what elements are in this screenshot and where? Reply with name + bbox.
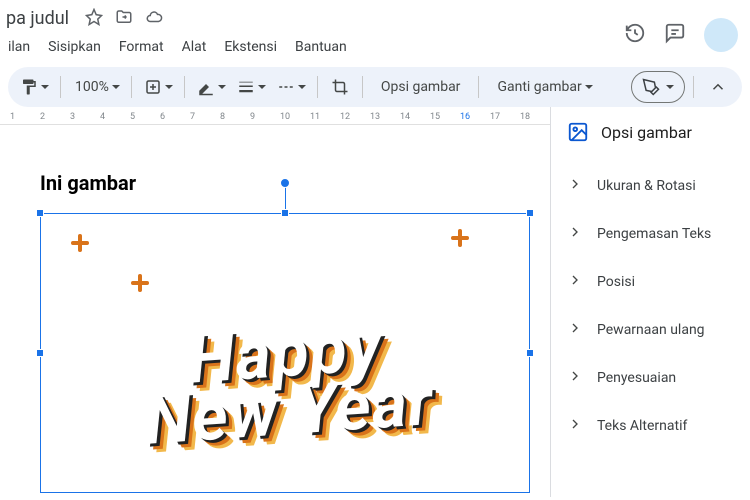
comments-icon[interactable] bbox=[664, 22, 686, 48]
panel-section-5[interactable]: Teks Alternatif bbox=[551, 402, 750, 450]
insert-button[interactable] bbox=[140, 73, 176, 101]
paint-format-button[interactable] bbox=[16, 73, 52, 101]
image-options-icon bbox=[567, 121, 589, 143]
ruler-label: 15 bbox=[430, 112, 440, 122]
border-color-button[interactable] bbox=[193, 73, 229, 101]
resize-handle-tl[interactable] bbox=[36, 209, 44, 217]
horizontal-ruler[interactable]: 123456789101112131415161718 bbox=[0, 107, 550, 125]
ruler-label: 3 bbox=[70, 112, 75, 122]
caption-text[interactable]: Ini gambar bbox=[40, 171, 510, 195]
ruler-label: 5 bbox=[130, 112, 135, 122]
resize-handle-tr[interactable] bbox=[526, 209, 534, 217]
toolbar: 100% Opsi gambar Ganti gambar bbox=[8, 67, 742, 107]
collapse-toolbar-button[interactable] bbox=[702, 71, 734, 103]
panel-section-label: Posisi bbox=[597, 274, 635, 290]
resize-handle-tc[interactable] bbox=[281, 209, 289, 217]
cloud-status-icon[interactable] bbox=[145, 8, 163, 30]
chevron-right-icon bbox=[567, 272, 583, 292]
menu-view[interactable]: ilan bbox=[6, 35, 32, 59]
image-selection[interactable]: HappyNew Year bbox=[40, 213, 530, 493]
panel-section-label: Teks Alternatif bbox=[597, 418, 687, 434]
panel-section-1[interactable]: Pengemasan Teks bbox=[551, 210, 750, 258]
chevron-right-icon bbox=[567, 320, 583, 340]
ruler-label: 12 bbox=[340, 112, 350, 122]
zoom-dropdown[interactable]: 100% bbox=[69, 73, 123, 101]
panel-section-label: Pengemasan Teks bbox=[597, 226, 711, 242]
chevron-right-icon bbox=[567, 416, 583, 436]
toolbar-separator bbox=[362, 76, 363, 98]
panel-title: Opsi gambar bbox=[601, 123, 692, 142]
ruler-label: 7 bbox=[190, 112, 195, 122]
panel-section-0[interactable]: Ukuran & Rotasi bbox=[551, 162, 750, 210]
document-page[interactable]: Ini gambar HappyNew Year bbox=[10, 131, 540, 497]
ruler-label: 2 bbox=[40, 112, 45, 122]
menu-extensions[interactable]: Ekstensi bbox=[222, 35, 279, 59]
ruler-label: 10 bbox=[280, 112, 290, 122]
border-dash-button[interactable] bbox=[273, 73, 309, 101]
toolbar-separator bbox=[478, 76, 479, 98]
ruler-label: 9 bbox=[250, 112, 255, 122]
resize-handle-ml[interactable] bbox=[36, 349, 44, 357]
chevron-right-icon bbox=[567, 368, 583, 388]
ruler-label: 14 bbox=[400, 112, 410, 122]
menu-help[interactable]: Bantuan bbox=[293, 35, 349, 59]
ruler-label: 8 bbox=[220, 112, 225, 122]
menu-format[interactable]: Format bbox=[117, 35, 166, 59]
ruler-label: 17 bbox=[490, 112, 500, 122]
menu-tools[interactable]: Alat bbox=[180, 35, 209, 59]
panel-section-2[interactable]: Posisi bbox=[551, 258, 750, 306]
avatar[interactable] bbox=[704, 18, 738, 52]
move-folder-icon[interactable] bbox=[115, 8, 133, 30]
history-icon[interactable] bbox=[624, 22, 646, 48]
panel-section-label: Penyesuaian bbox=[597, 370, 676, 386]
toolbar-separator bbox=[693, 76, 694, 98]
ruler-label: 1 bbox=[10, 112, 15, 122]
toolbar-separator bbox=[60, 76, 61, 98]
editing-mode-dropdown[interactable] bbox=[631, 71, 685, 103]
toolbar-separator bbox=[131, 76, 132, 98]
panel-section-4[interactable]: Penyesuaian bbox=[551, 354, 750, 402]
crop-button[interactable] bbox=[326, 73, 354, 101]
ruler-label: 4 bbox=[100, 112, 105, 122]
replace-image-button[interactable]: Ganti gambar bbox=[487, 73, 595, 101]
chevron-right-icon bbox=[567, 176, 583, 196]
image-options-panel: Opsi gambar Ukuran & Rotasi Pengemasan Te… bbox=[550, 107, 750, 497]
panel-section-label: Pewarnaan ulang bbox=[597, 322, 705, 338]
toolbar-separator bbox=[317, 76, 318, 98]
ruler-label: 11 bbox=[310, 112, 320, 122]
panel-section-3[interactable]: Pewarnaan ulang bbox=[551, 306, 750, 354]
menu-insert[interactable]: Sisipkan bbox=[46, 35, 103, 59]
ruler-label: 18 bbox=[520, 112, 530, 122]
ruler-label: 16 bbox=[460, 112, 470, 122]
ruler-label: 13 bbox=[370, 112, 380, 122]
panel-section-label: Ukuran & Rotasi bbox=[597, 178, 696, 194]
rotation-handle[interactable] bbox=[280, 178, 290, 188]
resize-handle-mr[interactable] bbox=[526, 349, 534, 357]
star-icon[interactable] bbox=[85, 8, 103, 30]
image-options-button[interactable]: Opsi gambar bbox=[371, 73, 471, 101]
border-weight-button[interactable] bbox=[233, 73, 269, 101]
toolbar-separator bbox=[184, 76, 185, 98]
document-title[interactable]: pa judul bbox=[0, 6, 75, 31]
selected-image: HappyNew Year bbox=[41, 214, 529, 492]
ruler-label: 6 bbox=[160, 112, 165, 122]
chevron-right-icon bbox=[567, 224, 583, 244]
